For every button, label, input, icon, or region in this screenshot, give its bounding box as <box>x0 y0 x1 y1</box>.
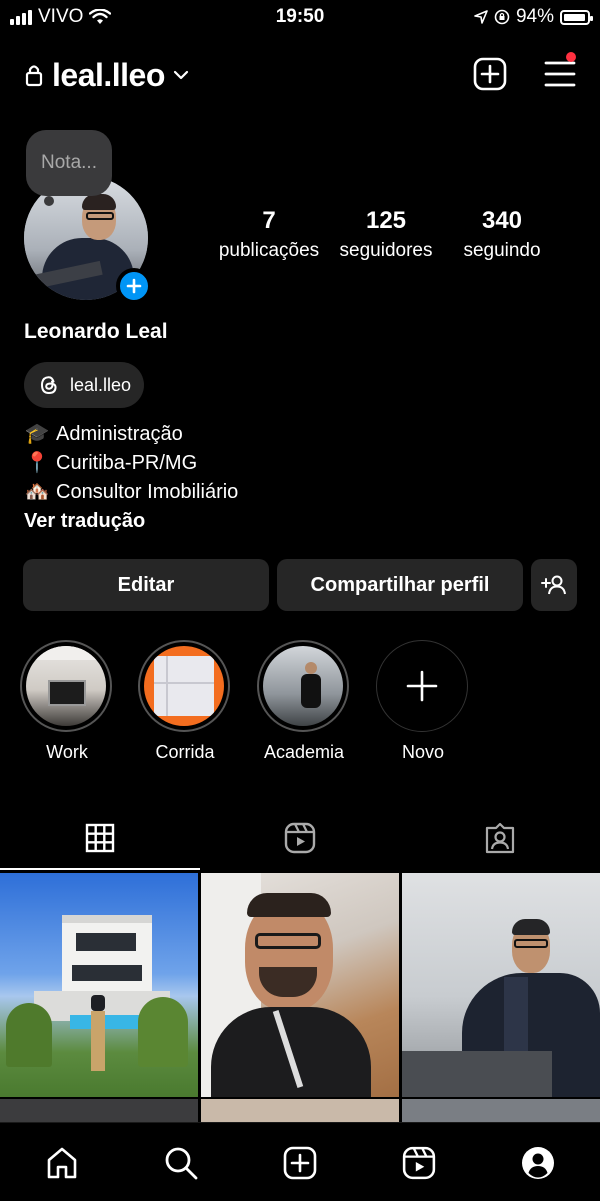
nav-search[interactable] <box>159 1141 203 1185</box>
username[interactable]: leal.lleo <box>52 57 165 94</box>
bottom-navigation <box>0 1122 600 1201</box>
search-icon <box>165 1147 198 1180</box>
stat-posts-label: publicações <box>218 240 320 261</box>
create-icon <box>473 57 507 91</box>
discover-people-button[interactable] <box>531 559 577 611</box>
battery-icon <box>560 9 593 25</box>
active-tab-indicator <box>0 868 200 870</box>
reels-icon <box>402 1146 436 1180</box>
post-thumbnail[interactable] <box>402 1099 600 1123</box>
nav-profile[interactable] <box>516 1141 560 1185</box>
highlight-academia[interactable]: Academia <box>257 640 351 763</box>
tab-tagged[interactable] <box>400 815 600 861</box>
stat-posts-value: 7 <box>262 207 276 234</box>
bio-line-1: 🎓 Administração <box>24 420 183 449</box>
highlight-label: Novo <box>401 742 445 762</box>
highlight-cover <box>263 646 343 726</box>
houses-icon: 🏘️ <box>24 481 50 503</box>
notification-dot <box>566 52 576 62</box>
highlight-label: Corrida <box>155 742 215 762</box>
nav-create[interactable] <box>278 1141 322 1185</box>
home-icon <box>47 1147 77 1179</box>
threads-icon <box>40 376 57 395</box>
profile-name: Leonardo Leal <box>24 320 168 343</box>
create-button[interactable] <box>472 56 508 92</box>
highlight-cover <box>26 646 106 726</box>
stat-followers-value: 125 <box>365 207 407 234</box>
bio-text: Administração <box>56 423 183 445</box>
menu-icon <box>544 61 576 87</box>
threads-link[interactable]: leal.lleo <box>24 362 144 408</box>
graduation-cap-icon: 🎓 <box>24 423 50 445</box>
plus-icon <box>406 670 438 702</box>
chevron-down-icon[interactable] <box>173 69 189 81</box>
post-thumbnail[interactable] <box>0 1099 198 1123</box>
edit-profile-button[interactable]: Editar <box>23 559 269 611</box>
stat-followers-label: seguidores <box>339 240 433 261</box>
add-person-icon <box>541 575 566 595</box>
stat-following[interactable]: 340 seguindo <box>454 205 550 265</box>
post-thumbnail[interactable] <box>0 873 198 1097</box>
highlight-work[interactable]: Work <box>20 640 114 763</box>
share-profile-button[interactable]: Compartilhar perfil <box>277 559 523 611</box>
battery-fill <box>564 13 585 21</box>
plus-icon <box>126 278 142 294</box>
status-bar: VIVO 19:50 94% <box>0 0 600 34</box>
highlight-ring <box>257 640 349 732</box>
note-bubble[interactable]: Nota... <box>26 130 112 196</box>
post-thumbnail[interactable] <box>201 873 399 1097</box>
highlight-new[interactable]: Novo <box>376 640 470 763</box>
bio-line-2: 📍 Curitiba-PR/MG <box>24 449 198 478</box>
stat-followers[interactable]: 125 seguidores <box>332 205 440 265</box>
rotation-lock-icon <box>494 9 510 25</box>
highlight-cover <box>144 646 224 726</box>
profile-icon <box>522 1147 554 1179</box>
nav-home[interactable] <box>40 1141 84 1185</box>
location-icon <box>474 10 488 24</box>
highlight-ring <box>138 640 230 732</box>
highlight-ring <box>376 640 468 732</box>
profile-header: leal.lleo <box>24 52 189 98</box>
create-icon <box>283 1146 317 1180</box>
note-bubble-tail <box>44 196 54 206</box>
post-thumbnail[interactable] <box>201 1099 399 1123</box>
add-story-button[interactable] <box>116 268 152 304</box>
tab-reels[interactable] <box>200 815 400 861</box>
stat-posts[interactable]: 7 publicações <box>216 205 322 265</box>
threads-handle: leal.lleo <box>70 374 132 395</box>
highlight-corrida[interactable]: Corrida <box>138 640 232 763</box>
pin-icon: 📍 <box>24 452 50 474</box>
see-translation-link[interactable]: Ver tradução <box>24 510 145 533</box>
menu-button[interactable] <box>542 52 578 92</box>
bio-line-3: 🏘️ Consultor Imobiliário <box>24 478 239 507</box>
grid-icon <box>85 823 115 853</box>
status-right: 94% <box>474 6 593 28</box>
bio-text: Consultor Imobiliário <box>56 481 239 503</box>
stat-following-value: 340 <box>481 207 523 234</box>
highlight-label: Academia <box>263 742 345 762</box>
battery-percent: 94% <box>515 6 554 27</box>
stat-following-label: seguindo <box>463 240 541 261</box>
highlight-label: Work <box>46 742 88 762</box>
post-thumbnail[interactable] <box>402 873 600 1097</box>
reels-icon <box>284 822 316 854</box>
highlight-ring <box>20 640 112 732</box>
tagged-icon <box>485 822 515 854</box>
bio-text: Curitiba-PR/MG <box>56 452 198 474</box>
nav-reels[interactable] <box>397 1141 441 1185</box>
lock-icon <box>25 65 43 87</box>
tab-grid[interactable] <box>0 815 200 861</box>
